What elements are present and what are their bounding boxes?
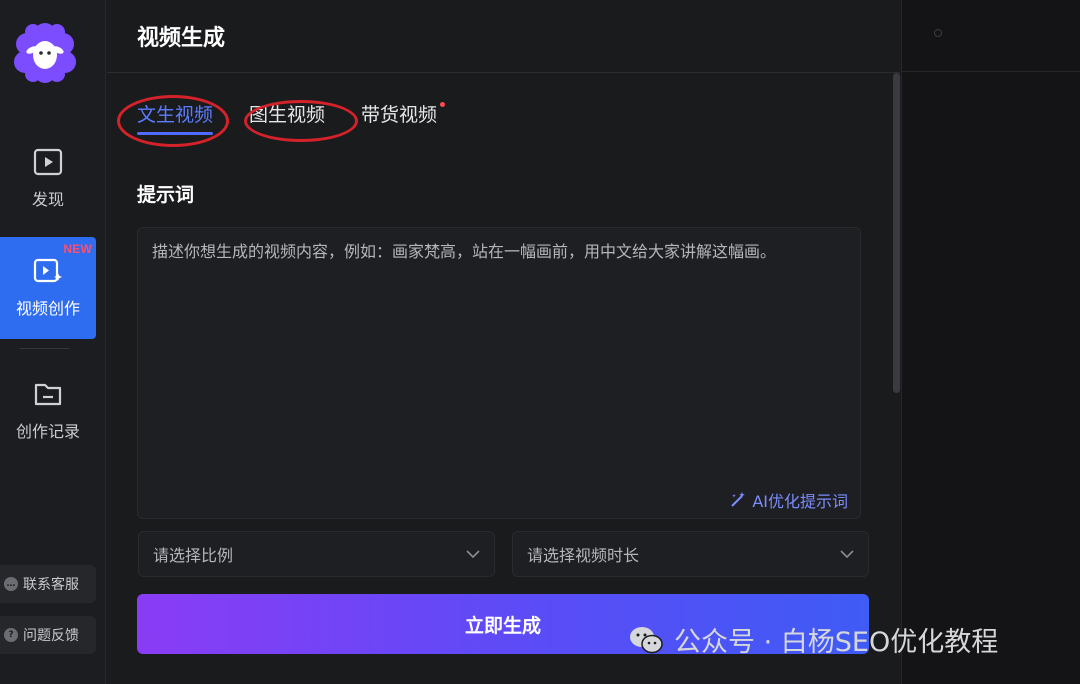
tab-label: 图生视频	[249, 104, 326, 126]
sidebar-item-label: 视频创作	[15, 299, 80, 318]
sidebar-item-label: 发现	[31, 190, 64, 209]
preview-header	[902, 0, 1080, 72]
duration-select[interactable]: 请选择视频时长	[512, 531, 869, 577]
feedback-button[interactable]: ? 问题反馈	[0, 616, 96, 654]
contact-support-label: 联系客服	[23, 577, 79, 593]
ai-optimize-button[interactable]: AI优化提示词	[729, 488, 848, 512]
generation-tabs: 文生视频 图生视频 带货视频	[137, 100, 473, 135]
sidebar-item-video-create[interactable]: NEW 视频创作	[0, 237, 96, 339]
chat-icon: …	[4, 577, 18, 591]
wechat-icon	[630, 626, 663, 653]
sidebar: 发现 NEW 视频创作 创作记录 … 联系客服 ? 问题反馈	[0, 0, 106, 684]
tab-label: 文生视频	[137, 104, 214, 126]
sidebar-item-discover[interactable]: 发现	[0, 128, 96, 230]
sheep-logo-icon[interactable]	[13, 22, 77, 84]
prompt-input[interactable]	[138, 228, 860, 468]
watermark-text: 公众号 · 白杨SEO优化教程	[674, 627, 999, 658]
preview-area	[901, 0, 1080, 684]
play-icon	[33, 148, 63, 176]
tab-label: 带货视频	[361, 104, 438, 126]
chevron-down-icon	[466, 549, 480, 558]
ratio-select[interactable]: 请选择比例	[138, 531, 495, 577]
tab-product-video[interactable]: 带货视频	[361, 100, 446, 135]
tab-text-to-video[interactable]: 文生视频	[137, 100, 214, 135]
contact-support-button[interactable]: … 联系客服	[0, 565, 96, 603]
scrollbar[interactable]	[893, 73, 900, 393]
page-title: 视频生成	[107, 0, 900, 73]
ai-optimize-label: AI优化提示词	[752, 492, 848, 511]
prompt-box: AI优化提示词	[137, 227, 861, 519]
video-generation-panel: 视频生成 文生视频 图生视频 带货视频 提示词 AI优化提示词 请选择比例	[107, 0, 900, 684]
watermark: 公众号 · 白杨SEO优化教程	[628, 620, 998, 659]
ratio-select-placeholder: 请选择比例	[153, 546, 234, 565]
folder-icon	[34, 383, 62, 406]
sidebar-item-records[interactable]: 创作记录	[0, 360, 96, 462]
new-badge: NEW	[63, 242, 92, 256]
question-icon: ?	[4, 628, 18, 642]
prompt-title: 提示词	[137, 184, 195, 206]
circle-icon	[934, 29, 942, 37]
tab-image-to-video[interactable]: 图生视频	[249, 100, 325, 135]
chevron-down-icon	[840, 549, 854, 558]
duration-select-placeholder: 请选择视频时长	[527, 546, 640, 565]
magic-wand-icon	[731, 492, 746, 507]
feedback-label: 问题反馈	[23, 628, 79, 644]
video-create-icon	[33, 258, 62, 283]
sidebar-divider	[20, 348, 70, 349]
notification-dot	[440, 102, 446, 107]
sidebar-item-label: 创作记录	[15, 422, 80, 441]
